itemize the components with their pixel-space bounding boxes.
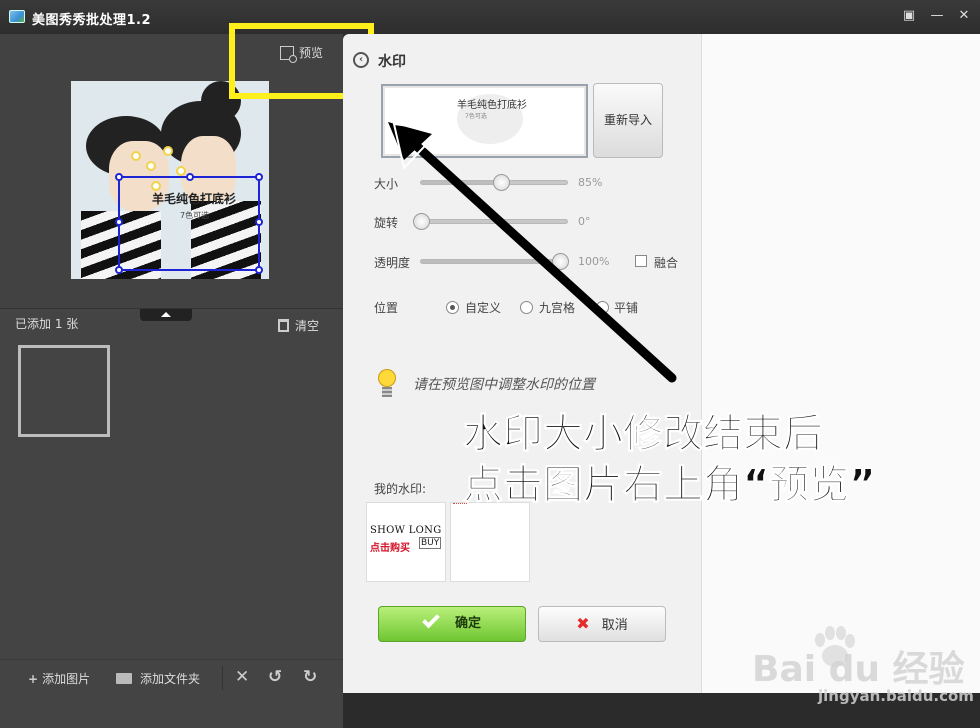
position-label: 位置 [374,301,399,315]
close-icon: ✖ [576,614,590,633]
opacity-slider-fill [421,260,560,263]
watermark-preview: 羊毛纯色打底衫 7色可选 [381,84,588,158]
my-watermark-item[interactable] [450,502,530,582]
section-title: 水印 [378,54,406,70]
confirm-button[interactable]: 确定 [378,606,526,642]
watermark-preview-canvas: 羊毛纯色打底衫 7色可选 [385,88,584,154]
position-option-tile: 平铺 [614,301,639,315]
reimport-button[interactable]: 重新导入 [593,83,663,158]
my-watermarks-label: 我的水印: [374,482,427,496]
opacity-label: 透明度 [374,256,411,270]
cancel-button[interactable]: ✖ 取消 [538,606,666,642]
size-slider-fill [421,181,502,184]
blend-checkbox[interactable] [635,255,647,267]
watermark-preview-text: 羊毛纯色打底衫 [457,100,527,111]
flower [176,166,186,176]
resize-handle[interactable] [115,173,123,181]
rotate-slider[interactable] [413,213,568,230]
window-title: 美图秀秀批处理1.2 [32,13,152,28]
blend-label: 融合 [654,256,679,270]
watermark-selection-box[interactable]: 羊毛纯色打底衫 7色可选 [115,173,263,274]
my-watermark-item[interactable]: SHOW LONG 点击购买 BUY [366,502,446,582]
position-radio-tile[interactable] [596,301,609,314]
hint-text: 请在预览图中调整水印的位置 [413,377,595,393]
resize-handle[interactable] [255,173,263,181]
image-list-panel: 羊毛纯色打底衫 7色可选 预览 已添加 1 张 清空 +添加图片 添加文件夹 [0,34,343,728]
added-count: 已添加 1 张 [15,317,79,331]
opacity-value: 100% [578,255,610,268]
rotate-value: 0° [578,215,591,228]
size-slider-knob[interactable] [493,174,511,191]
resize-handle[interactable] [186,173,194,181]
annotation-line2: 点击图片右上角“预览” [463,462,877,509]
resize-handle[interactable] [255,218,263,226]
baidu-watermark: Bai du 经验 [752,649,965,690]
size-value: 85% [578,176,603,189]
delete-icon[interactable]: ✕ [235,667,249,687]
bottom-toolbar: + 添加图片 添加文件夹 ✕ ↺ ↻ [0,659,343,694]
trash-icon [278,319,289,332]
size-label: 大小 [374,177,399,191]
rotate-right-icon[interactable]: ↻ [303,667,317,687]
title-bar: 美图秀秀批处理1.2 ▣ — ✕ [0,0,980,34]
opacity-slider[interactable] [420,253,569,270]
position-radio-custom[interactable] [446,301,459,314]
watermark-item-line2: 点击购买 [370,543,410,554]
image-thumbnail[interactable] [18,345,110,437]
resize-handle[interactable] [255,266,263,274]
feedback-icon[interactable]: ▣ [898,6,920,26]
watermark-subtext: 7色可选 [180,211,210,220]
add-image-button[interactable]: + 添加图片 [28,670,90,687]
watermark-item-line1: SHOW LONG [370,525,442,536]
back-icon[interactable]: ‹ [353,52,369,68]
right-blank-area [701,34,980,693]
baidu-watermark-url: jingyan.baidu.com [818,687,974,705]
rotate-left-icon[interactable]: ↺ [268,667,282,687]
confirm-label: 确定 [454,616,481,631]
toolbar-separator [222,666,223,690]
annotation-line1: 水印大小修改结束后 [463,411,824,458]
watermark-preview-subtext: 7色可选 [465,113,487,120]
watermark-settings-panel: ‹ 水印 羊毛纯色打底衫 7色可选 重新导入 大小 85% 旋转 0° 透明度 … [343,34,701,693]
position-radio-grid[interactable] [520,301,533,314]
app-icon [9,10,25,23]
position-option-custom: 自定义 [465,301,502,315]
resize-handle[interactable] [115,218,123,226]
flower [163,146,173,156]
close-button[interactable]: ✕ [953,6,975,26]
folder-icon [116,673,132,684]
minimize-button[interactable]: — [926,6,948,26]
watermark-item-buy: BUY [419,537,442,549]
rotate-slider-knob[interactable] [413,213,430,230]
opacity-slider-knob[interactable] [551,253,569,270]
collapse-toggle[interactable] [140,309,192,321]
watermark-text: 羊毛纯色打底衫 [152,192,237,206]
rotate-label: 旋转 [374,216,399,230]
position-option-grid: 九宫格 [539,301,576,315]
plus-icon: + [28,672,39,686]
size-slider[interactable] [420,174,568,191]
flower [131,151,141,161]
cancel-label: 取消 [601,618,628,633]
add-folder-button[interactable]: 添加文件夹 [116,670,200,687]
clear-button[interactable]: 清空 [278,317,319,334]
resize-handle[interactable] [115,266,123,274]
preview-photo[interactable]: 羊毛纯色打底衫 7色可选 [71,81,269,279]
check-icon [422,610,440,629]
add-folder-label: 添加文件夹 [140,672,201,686]
add-image-label: 添加图片 [42,672,91,686]
clear-label: 清空 [295,319,320,333]
flower [146,161,156,171]
lightbulb-icon [376,367,398,401]
